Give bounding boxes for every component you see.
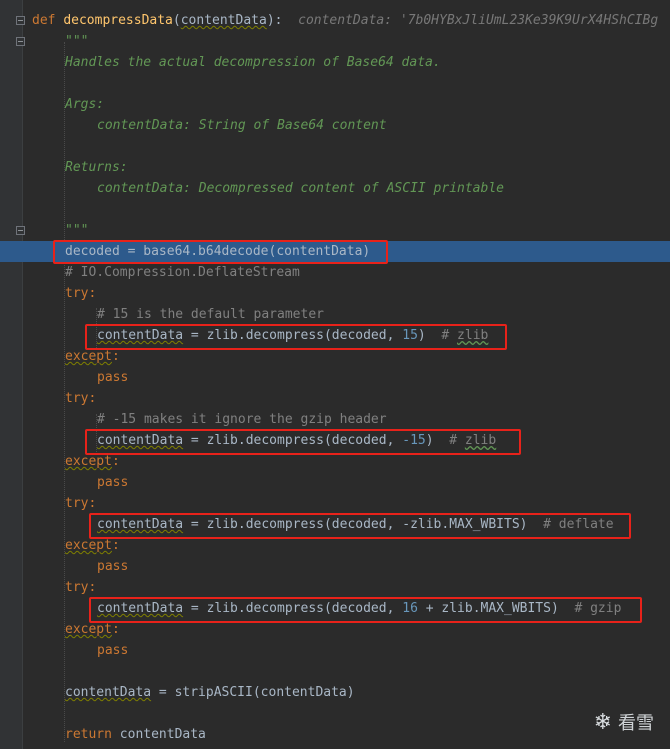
- annotation-box: [89, 513, 631, 539]
- annotation-box: [89, 597, 642, 623]
- docstring-open: """: [65, 34, 89, 49]
- code-line-def: def decompressData(contentData): content…: [32, 13, 659, 28]
- code-line-return[interactable]: return contentData: [0, 724, 670, 745]
- try-line: try:: [65, 391, 97, 406]
- inline-value-hint: contentData: '7b0HYBxJliUmL23Ke39K9UrX4H…: [298, 13, 659, 28]
- annotation-box: [85, 429, 521, 455]
- code-line-strip[interactable]: contentData = stripASCII(contentData): [0, 682, 670, 703]
- annotation-box: [53, 240, 388, 264]
- try-line: try:: [65, 580, 97, 595]
- comment-line: # IO.Compression.DeflateStream: [65, 265, 300, 280]
- pass-line: pass: [97, 370, 129, 385]
- docstring-close: """: [65, 223, 89, 238]
- comment-line: # 15 is the default parameter: [97, 307, 324, 322]
- pass-line: pass: [97, 475, 129, 490]
- docstring-returns-item: contentData: Decompressed content of ASC…: [97, 181, 504, 196]
- annotation-box: [85, 324, 507, 350]
- def-keyword: def: [32, 13, 56, 28]
- try-line: try:: [65, 286, 97, 301]
- watermark: ❄ 看雪: [594, 709, 654, 735]
- comment-line: # -15 makes it ignore the gzip header: [97, 412, 387, 427]
- docstring-args: Args:: [65, 97, 105, 112]
- snowflake-icon: ❄: [593, 709, 612, 735]
- docstring-line: Handles the actual decompression of Base…: [65, 55, 441, 70]
- try-line: try:: [65, 496, 97, 511]
- parameter: contentData: [180, 13, 267, 28]
- pass-line: pass: [97, 559, 129, 574]
- function-name: decompressData: [63, 13, 173, 28]
- watermark-text: 看雪: [618, 713, 654, 734]
- docstring-args-item: contentData: String of Base64 content: [97, 118, 387, 133]
- pass-line: pass: [97, 643, 129, 658]
- docstring-returns: Returns:: [65, 160, 128, 175]
